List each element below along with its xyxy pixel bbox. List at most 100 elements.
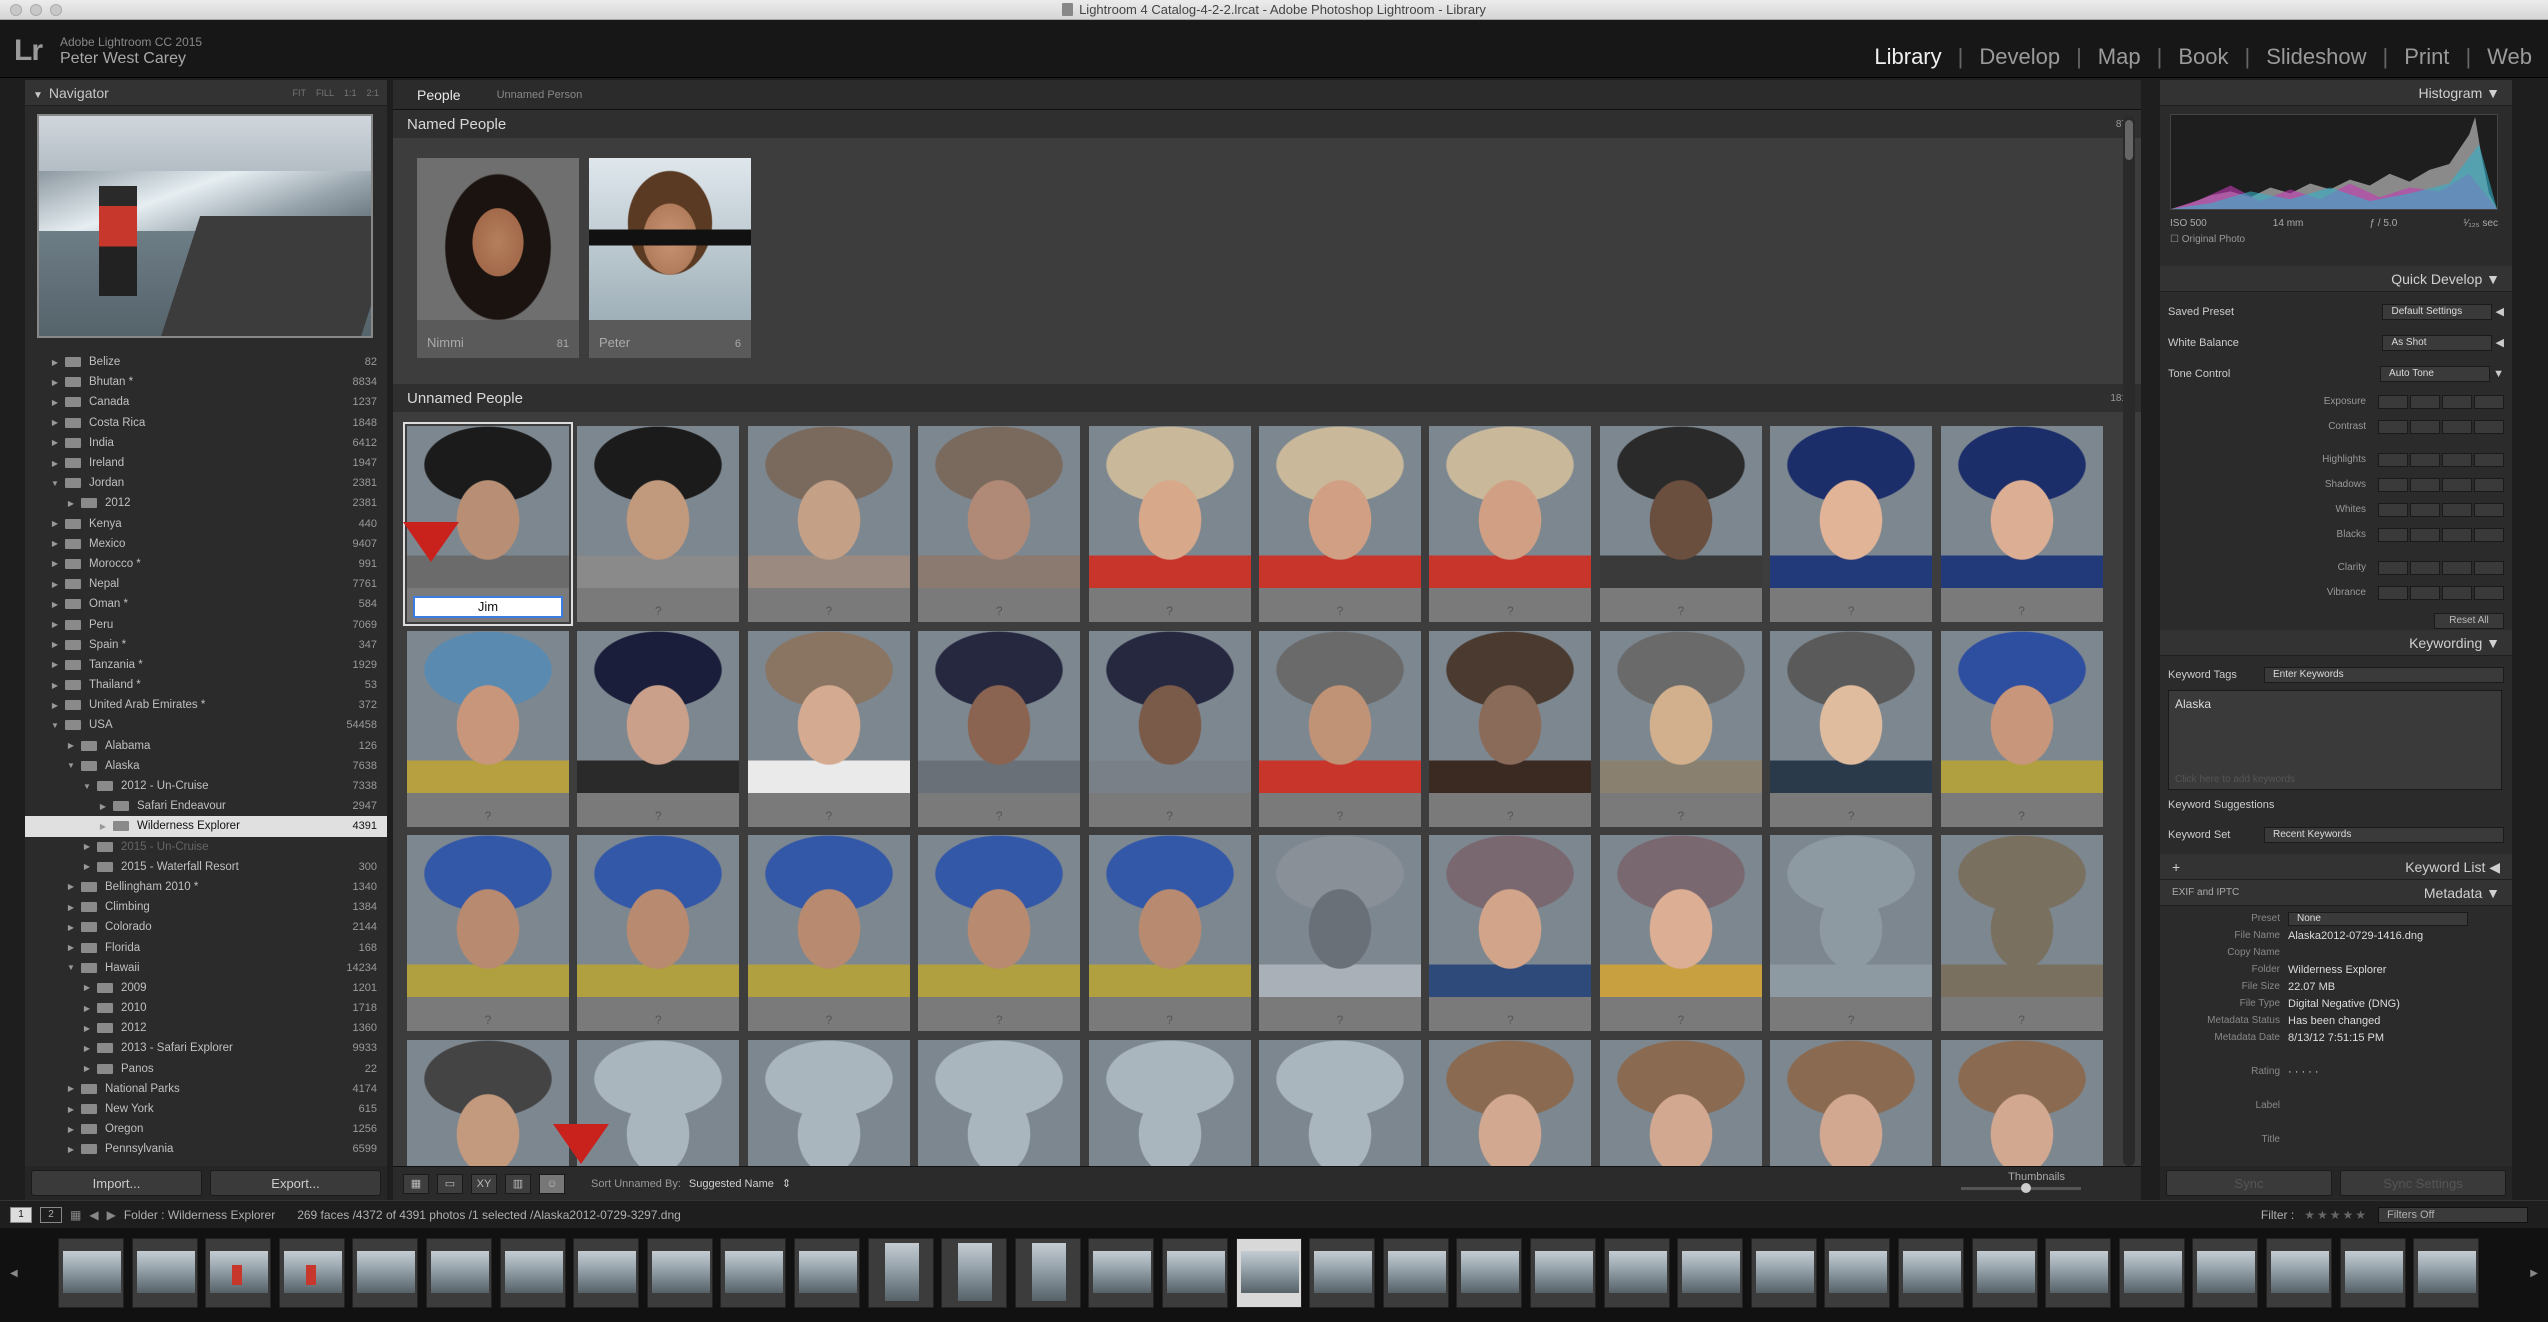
- collapsed-triangle-icon[interactable]: ▶: [49, 358, 61, 367]
- unnamed-face-cell[interactable]: ?: [1770, 835, 1933, 1031]
- folder-row[interactable]: ▶ Florida 168: [25, 937, 387, 957]
- unnamed-face-cell[interactable]: ?: [1429, 630, 1592, 827]
- filmstrip-thumbnail[interactable]: [205, 1238, 272, 1308]
- expanded-triangle-icon[interactable]: ▼: [81, 782, 93, 791]
- tab-unnamed-person[interactable]: Unnamed Person: [497, 89, 583, 101]
- metadata-value[interactable]: Wilderness Explorer: [2288, 964, 2386, 976]
- collapsed-triangle-icon[interactable]: ▶: [49, 600, 61, 609]
- survey-view-icon[interactable]: ▥: [505, 1173, 531, 1194]
- qd-step-button[interactable]: [2474, 419, 2504, 434]
- qd-step-button[interactable]: [2378, 502, 2408, 517]
- folder-row[interactable]: ▶ Pennsylvania 6599: [25, 1139, 387, 1159]
- chevron-down-icon[interactable]: ⇕: [782, 1177, 791, 1190]
- filmstrip-thumbnail[interactable]: [1898, 1238, 1964, 1308]
- star-filter[interactable]: ★★★★★: [2304, 1208, 2368, 1222]
- folder-row[interactable]: ▶ Bhutan * 8834: [25, 372, 387, 392]
- filmstrip-thumbnail[interactable]: [1162, 1238, 1228, 1308]
- unnamed-face-cell[interactable]: ?: [1429, 835, 1592, 1031]
- filmstrip-left-arrow-icon[interactable]: ◀: [10, 1268, 18, 1279]
- folder-row[interactable]: ▼ Jordan 2381: [25, 473, 387, 493]
- qd-step-button[interactable]: [2378, 452, 2408, 467]
- collapse-triangle-icon[interactable]: ▼: [33, 90, 43, 101]
- folder-row[interactable]: ▶ Climbing 1384: [25, 897, 387, 917]
- collapsed-triangle-icon[interactable]: ▶: [81, 842, 93, 851]
- keyword-tags-dropdown[interactable]: Enter Keywords: [2264, 667, 2504, 683]
- folder-row[interactable]: ▶ Peru 7069: [25, 614, 387, 634]
- module-develop[interactable]: Develop: [1963, 44, 2076, 70]
- folder-row[interactable]: ▶ Oregon 1256: [25, 1119, 387, 1139]
- folder-row[interactable]: ▶ Panos 22: [25, 1059, 387, 1079]
- filmstrip-thumbnail[interactable]: [1603, 1238, 1670, 1308]
- collapsed-triangle-icon[interactable]: ▶: [81, 1024, 93, 1033]
- qd-step-button[interactable]: [2410, 394, 2440, 409]
- unnamed-face-cell[interactable]: ?: [1088, 630, 1251, 827]
- collapsed-triangle-icon[interactable]: ▶: [49, 398, 61, 407]
- reset-all-button[interactable]: Reset All: [2434, 612, 2504, 629]
- qd-step-button[interactable]: [2410, 477, 2440, 492]
- unnamed-face-cell[interactable]: ?: [747, 426, 910, 622]
- folder-row[interactable]: ▶ Colorado 2144: [25, 917, 387, 937]
- collapsed-triangle-icon[interactable]: ▶: [81, 862, 93, 871]
- unnamed-face-cell[interactable]: ?: [1770, 426, 1933, 622]
- zoom-option-fill[interactable]: FILL: [316, 80, 334, 106]
- collapsed-triangle-icon[interactable]: ▶: [65, 499, 77, 508]
- expanded-triangle-icon[interactable]: ▼: [49, 479, 61, 488]
- qd-step-button[interactable]: [2378, 477, 2408, 492]
- filmstrip-thumbnail[interactable]: [1382, 1238, 1449, 1308]
- filmstrip-thumbnail[interactable]: [352, 1238, 419, 1308]
- module-book[interactable]: Book: [2162, 44, 2244, 70]
- metadata-value[interactable]: 8/13/12 7:51:15 PM: [2288, 1032, 2384, 1044]
- collapsed-triangle-icon[interactable]: ▶: [81, 1044, 93, 1053]
- metadata-value[interactable]: Digital Negative (DNG): [2288, 998, 2400, 1010]
- qd-step-button[interactable]: [2442, 477, 2472, 492]
- white-balance-dropdown[interactable]: As Shot: [2382, 334, 2493, 351]
- qd-step-button[interactable]: [2474, 452, 2504, 467]
- collapsed-triangle-icon[interactable]: ▶: [49, 580, 61, 589]
- folder-row[interactable]: ▶ Ireland 1947: [25, 453, 387, 473]
- keyword-set-dropdown[interactable]: Recent Keywords: [2264, 827, 2504, 843]
- filmstrip-thumbnail[interactable]: [1677, 1238, 1744, 1308]
- metadata-value[interactable]: Alaska2012-0729-1416.dng: [2288, 930, 2423, 942]
- collapsed-triangle-icon[interactable]: ▶: [49, 459, 61, 468]
- qd-step-button[interactable]: [2474, 585, 2504, 600]
- folder-row[interactable]: ▶ 2015 - Un-Cruise: [25, 837, 387, 857]
- unnamed-face-cell[interactable]: ?: [1599, 835, 1762, 1031]
- collapsed-triangle-icon[interactable]: ▶: [49, 640, 61, 649]
- loupe-view-icon[interactable]: ▭: [437, 1173, 463, 1194]
- metadata-preset-dropdown[interactable]: None: [2288, 911, 2468, 926]
- folder-row[interactable]: ▶ United Arab Emirates * 372: [25, 695, 387, 715]
- quick-develop-header[interactable]: Quick Develop ▼: [2160, 266, 2512, 292]
- collapsed-triangle-icon[interactable]: ▶: [65, 1145, 77, 1154]
- qd-step-button[interactable]: [2442, 419, 2472, 434]
- unnamed-face-cell[interactable]: ?: [1940, 835, 2103, 1031]
- unnamed-face-cell[interactable]: ?: [918, 426, 1081, 622]
- filmstrip-thumbnail[interactable]: [2266, 1238, 2332, 1308]
- unnamed-face-cell[interactable]: [1088, 1039, 1251, 1168]
- folder-row[interactable]: ▶ 2015 - Waterfall Resort 300: [25, 857, 387, 877]
- keyword-list-header[interactable]: + Keyword List ◀: [2160, 854, 2512, 880]
- unnamed-face-cell[interactable]: ?: [1088, 426, 1251, 622]
- window-controls[interactable]: [10, 4, 62, 16]
- expanded-triangle-icon[interactable]: ▼: [65, 761, 77, 770]
- folder-row[interactable]: ▼ USA 54458: [25, 715, 387, 735]
- unnamed-face-cell[interactable]: ?: [1259, 835, 1421, 1031]
- qd-step-button[interactable]: [2378, 560, 2408, 575]
- qd-step-button[interactable]: [2474, 477, 2504, 492]
- name-input[interactable]: Jim: [413, 596, 563, 618]
- metadata-header[interactable]: EXIF and IPTC Metadata ▼: [2160, 880, 2512, 906]
- filmstrip-right-arrow-icon[interactable]: ▶: [2530, 1268, 2538, 1279]
- forward-arrow-icon[interactable]: ▶: [107, 1208, 116, 1222]
- collapsed-triangle-icon[interactable]: ▶: [49, 539, 61, 548]
- folder-row[interactable]: ▶ Morocco * 991: [25, 554, 387, 574]
- folder-row[interactable]: ▶ Spain * 347: [25, 635, 387, 655]
- people-view-icon[interactable]: ☺: [539, 1173, 565, 1194]
- qd-step-button[interactable]: [2474, 394, 2504, 409]
- folder-row[interactable]: ▶ Thailand * 53: [25, 675, 387, 695]
- qd-stepper[interactable]: [2378, 502, 2504, 517]
- thumbnail-size-slider[interactable]: [1961, 1183, 2081, 1193]
- unnamed-face-cell[interactable]: ?: [1599, 630, 1762, 827]
- saved-preset-dropdown[interactable]: Default Settings: [2382, 303, 2493, 320]
- module-map[interactable]: Map: [2082, 44, 2157, 70]
- unnamed-face-cell[interactable]: ?: [407, 835, 569, 1031]
- folder-row[interactable]: ▶ Costa Rica 1848: [25, 413, 387, 433]
